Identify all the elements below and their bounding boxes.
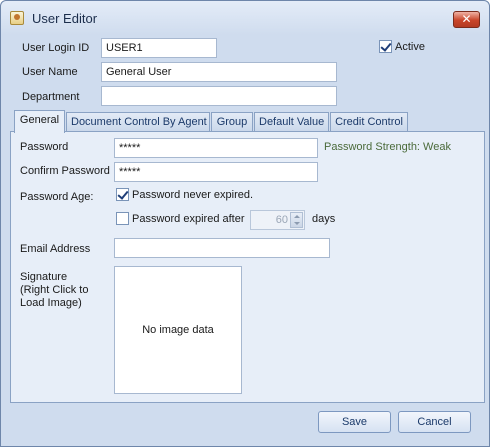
active-checkbox[interactable] [379, 40, 392, 53]
confirm-password-label: Confirm Password [20, 165, 110, 177]
user-editor-window: User Editor ✕ User Login ID USER1 Active… [0, 0, 490, 447]
user-login-id-label: User Login ID [22, 42, 90, 54]
no-image-text: No image data [142, 324, 214, 336]
window-title: User Editor [32, 11, 98, 26]
days-label: days [312, 213, 336, 225]
email-address-input[interactable] [114, 238, 330, 258]
tab-document-control-by-agent[interactable]: Document Control By Agent [66, 112, 210, 132]
signature-label-line2: (Right Click to [20, 284, 89, 296]
cancel-button[interactable]: Cancel [398, 411, 471, 433]
signature-label-line1: Signature [20, 271, 68, 283]
password-label: Password [20, 141, 69, 153]
close-button[interactable]: ✕ [453, 11, 480, 28]
password-strength-text: Password Strength: Weak [324, 141, 451, 153]
email-address-label: Email Address [20, 243, 91, 255]
tab-default-value[interactable]: Default Value [254, 112, 329, 132]
user-editor-app-icon [10, 11, 24, 25]
department-label: Department [22, 91, 80, 103]
user-name-label: User Name [22, 66, 78, 78]
never-expired-checkbox[interactable] [116, 188, 129, 201]
signature-label-line3: Load Image) [20, 297, 82, 309]
user-login-id-input[interactable]: USER1 [101, 38, 217, 58]
save-button[interactable]: Save [318, 411, 391, 433]
tab-general[interactable]: General [14, 110, 65, 133]
never-expired-label: Password never expired. [132, 189, 254, 201]
user-name-input[interactable]: General User [101, 62, 337, 82]
department-input[interactable] [101, 86, 337, 106]
stepper-arrows-icon[interactable] [290, 212, 303, 228]
expired-days-stepper[interactable]: 60 [250, 210, 305, 230]
password-age-label: Password Age: [20, 191, 94, 203]
signature-image-box[interactable]: No image data [114, 266, 242, 394]
title-bar[interactable]: User Editor ✕ [1, 1, 489, 35]
tab-credit-control[interactable]: Credit Control [330, 112, 408, 132]
expired-after-checkbox[interactable] [116, 212, 129, 225]
expired-after-label: Password expired after [132, 213, 245, 225]
password-input[interactable]: ***** [114, 138, 318, 158]
active-label: Active [395, 41, 425, 53]
confirm-password-input[interactable]: ***** [114, 162, 318, 182]
tab-group[interactable]: Group [211, 112, 253, 132]
expired-days-value: 60 [275, 214, 288, 226]
